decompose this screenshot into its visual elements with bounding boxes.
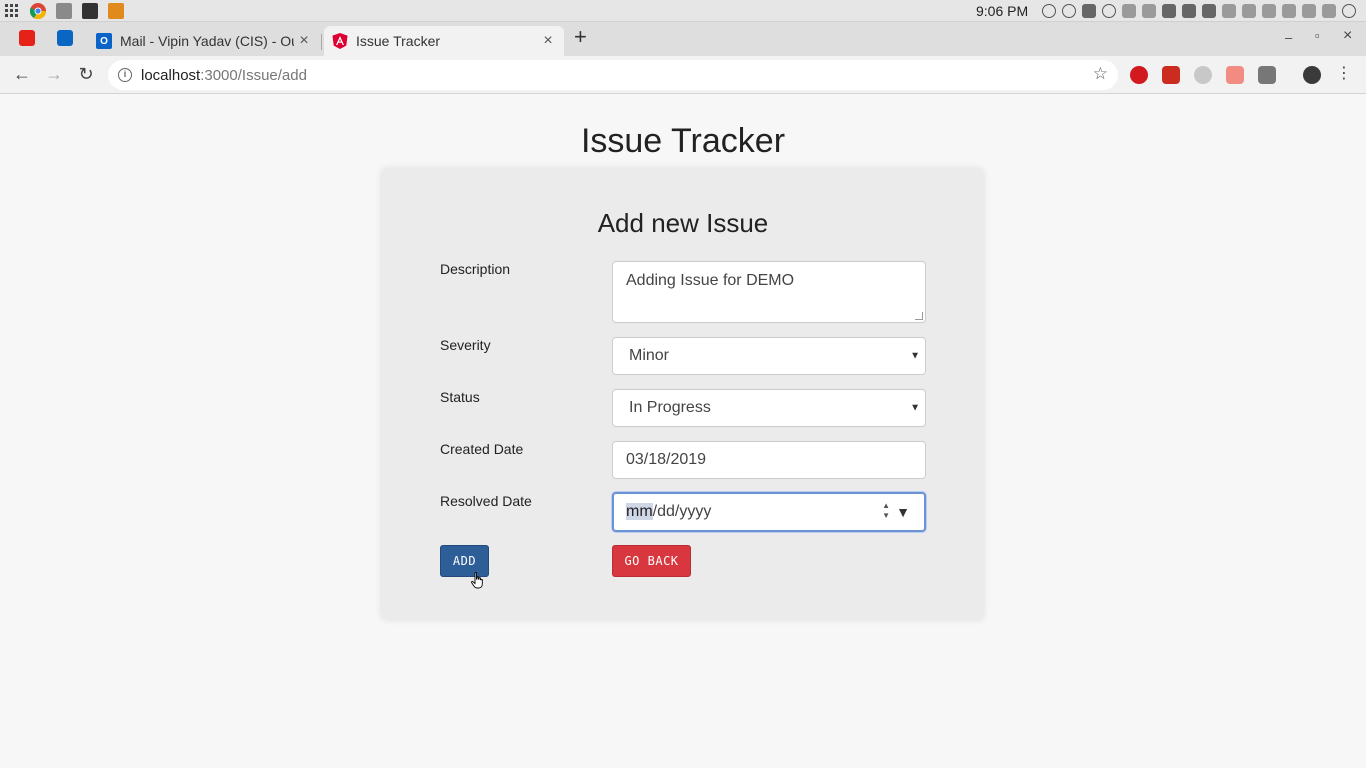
description-label: Description	[440, 261, 511, 277]
tray-status-icon[interactable]	[1042, 4, 1056, 18]
tab-strip: O Mail - Vipin Yadav (CIS) - Outl × Issu…	[0, 22, 1366, 56]
address-bar[interactable]: i localhost:3000/Issue/add ☆	[108, 60, 1118, 90]
new-tab-button[interactable]: +	[574, 26, 587, 48]
info-icon[interactable]: i	[118, 68, 132, 82]
chevron-down-icon: ▼	[910, 350, 920, 362]
bluetooth-icon[interactable]	[1122, 4, 1136, 18]
resize-handle-icon[interactable]	[915, 312, 923, 320]
adblock-extension-icon[interactable]	[1130, 66, 1148, 84]
tab-close-icon[interactable]: ×	[294, 32, 314, 50]
menu-kebab-icon[interactable]: ⋮	[1332, 62, 1356, 86]
share-extension-icon[interactable]	[1226, 66, 1244, 84]
red-extension-icon[interactable]	[1162, 66, 1180, 84]
reload-icon[interactable]: ↻	[74, 62, 98, 86]
keyboard-icon[interactable]	[1242, 4, 1256, 18]
system-tray	[1042, 3, 1356, 19]
severity-value: Minor	[629, 347, 670, 364]
url-host: localhost	[141, 66, 201, 84]
forward-arrow-icon[interactable]: →	[42, 62, 66, 86]
app-grid-icon[interactable]	[2, 1, 22, 21]
address-url[interactable]: localhost:3000/Issue/add	[141, 67, 307, 84]
date-dropdown-icon[interactable]: ▼	[896, 504, 910, 520]
date-month-segment[interactable]: mm	[626, 503, 653, 520]
status-label: Status	[440, 389, 480, 405]
created-date-value: 03/18/2019	[626, 451, 707, 468]
severity-select[interactable]: Minor ▼	[612, 337, 926, 375]
tab-separator	[321, 34, 322, 50]
hand-cursor-icon	[471, 572, 483, 589]
description-textarea[interactable]: Adding Issue for DEMO	[612, 261, 926, 323]
pause-icon[interactable]	[1062, 4, 1076, 18]
linkedin-pinned-tab-icon[interactable]	[57, 30, 73, 46]
form-title: Add new Issue	[597, 208, 769, 238]
created-date-input[interactable]: 03/18/2019	[612, 441, 926, 479]
clock-icon[interactable]	[1102, 4, 1116, 18]
tab-mail[interactable]: O Mail - Vipin Yadav (CIS) - Outl ×	[88, 26, 320, 56]
notes-icon[interactable]	[1302, 4, 1316, 18]
severity-label: Severity	[440, 337, 491, 353]
dropbox-icon[interactable]	[1082, 4, 1096, 18]
wifi-icon[interactable]	[1142, 4, 1156, 18]
minimize-icon[interactable]: –	[1285, 30, 1292, 45]
app-title: Issue Tracker	[580, 122, 786, 160]
files-app-icon[interactable]	[54, 1, 74, 21]
description-value: Adding Issue for DEMO	[626, 272, 795, 289]
download-icon[interactable]	[1202, 4, 1216, 18]
back-arrow-icon[interactable]: ←	[10, 62, 34, 86]
lock-icon[interactable]	[1282, 4, 1296, 18]
clipboard-icon[interactable]	[1262, 4, 1276, 18]
status-value: In Progress	[629, 399, 711, 416]
resolved-date-input[interactable]: mm/dd/yyyy ▲ ▼ ▼	[612, 492, 926, 532]
chevron-down-icon: ▼	[910, 402, 920, 414]
os-clock[interactable]: 9:06 PM	[976, 3, 1028, 19]
battery-icon[interactable]	[1162, 4, 1176, 18]
date-rest-segment[interactable]: /dd/yyyy	[653, 503, 712, 520]
grey-extension-icon[interactable]	[1194, 66, 1212, 84]
cast-extension-icon[interactable]	[1258, 66, 1276, 84]
status-select[interactable]: In Progress ▼	[612, 389, 926, 427]
bookmark-star-icon[interactable]: ☆	[1093, 64, 1108, 84]
resolved-date-placeholder: mm/dd/yyyy	[626, 503, 711, 521]
chrome-app-icon[interactable]	[28, 1, 48, 21]
chat-icon[interactable]	[1182, 4, 1196, 18]
go-back-button[interactable]: GO BACK	[612, 545, 691, 577]
outlook-icon: O	[96, 33, 112, 49]
url-path: :3000/Issue/add	[200, 66, 307, 84]
sublime-app-icon[interactable]	[106, 1, 126, 21]
maximize-icon[interactable]: ▫	[1315, 28, 1320, 43]
angular-icon	[332, 33, 348, 49]
volume-icon[interactable]	[1322, 4, 1336, 18]
youtube-pinned-tab-icon[interactable]	[19, 30, 35, 46]
profile-avatar[interactable]	[1303, 66, 1321, 84]
date-spinner-icon[interactable]: ▲ ▼	[882, 501, 890, 521]
created-date-label: Created Date	[440, 441, 524, 457]
tab-issue-tracker[interactable]: Issue Tracker ×	[324, 26, 564, 56]
tab-issue-tracker-title: Issue Tracker	[356, 33, 441, 49]
browser-toolbar: ← → ↻ i localhost:3000/Issue/add ☆ ⋮	[0, 56, 1366, 94]
close-window-icon[interactable]: ×	[1343, 27, 1352, 45]
bulb-icon[interactable]	[1222, 4, 1236, 18]
resolved-date-label: Resolved Date	[440, 493, 532, 509]
power-icon[interactable]	[1342, 4, 1356, 18]
tab-mail-title: Mail - Vipin Yadav (CIS) - Outl	[120, 33, 294, 49]
os-top-bar: 9:06 PM	[0, 0, 1366, 22]
tab-close-icon[interactable]: ×	[538, 32, 558, 50]
terminal-app-icon[interactable]	[80, 1, 100, 21]
